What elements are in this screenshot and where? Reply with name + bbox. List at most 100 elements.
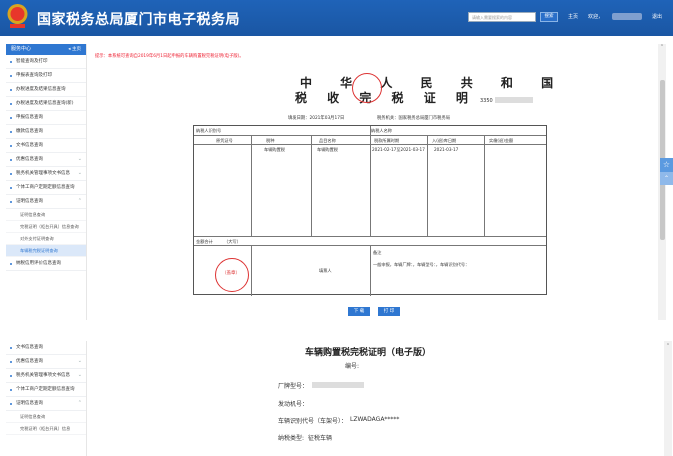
certificate-viewer: 中 华 人 民 共 和 国 税 收 完 税 证 明 3350 填发日期：2021…: [95, 62, 658, 320]
amount-currency: （大写）: [224, 239, 241, 244]
certificate-number: 3350: [480, 98, 493, 104]
bullet-icon: [10, 131, 12, 133]
scroll-up-icon[interactable]: ⌃: [658, 44, 666, 52]
sidebar-item-progress-query-new[interactable]: 办税进度及结果信息查询(新): [6, 97, 86, 111]
sidebar-item-payment-info[interactable]: 缴款信息查询: [6, 125, 86, 139]
period-cell: 2021-02-17至2021-03-17: [372, 147, 425, 152]
tax-type-cell: 车辆购置税: [264, 147, 285, 152]
scroll-up-icon[interactable]: ⌃: [664, 343, 672, 349]
amount-label: 金额合计: [196, 239, 213, 244]
filler-label: 填票人: [319, 268, 332, 273]
certificate-number-redacted: [495, 97, 533, 103]
remark-text: 一般申报，车辆厂牌：，车辆型号：，车辆识别代号：: [373, 262, 470, 267]
issue-date: 填发日期：2021年03月17日: [288, 116, 345, 121]
bullet-icon: [10, 145, 12, 147]
sidebar-subitem-counter-certificate[interactable]: 完税证明（柜台开具）信息: [6, 423, 86, 435]
vehicle-certificate-panel: 文书信息查询 优惠信息查询 ⌄ 税务机关管理事项文书信息 ⌄ 个体工商户定期定额信息…: [0, 341, 673, 456]
amount-row: 金额合计 （大写）: [194, 236, 546, 246]
taxpayer-name-label: 纳税人名称: [371, 128, 392, 133]
tax-type-label: 纳税类型:: [278, 435, 305, 442]
item-name-cell: 车辆购置税: [317, 147, 338, 152]
engine-label: 发动机号：: [278, 401, 309, 408]
column-header: 原凭证号: [216, 138, 233, 143]
sidebar-subitem-certificate-query[interactable]: 证明信息查询: [6, 209, 86, 221]
sidebar-item-individual-business[interactable]: 个体工商户定期定额信息查询: [6, 383, 86, 397]
sidebar-home-button[interactable]: ◂ 主页: [68, 44, 81, 55]
chevron-down-icon: ⌄: [77, 358, 82, 364]
bullet-icon: [10, 187, 12, 189]
screenshot-divider: [0, 326, 673, 341]
bullet-icon: [10, 75, 12, 77]
sidebar-lower: 文书信息查询 优惠信息查询 ⌄ 税务机关管理事项文书信息 ⌄ 个体工商户定期定额信息…: [6, 341, 87, 456]
bullet-icon: [10, 263, 12, 265]
sidebar-subitem-vehicle-tax-certificate[interactable]: 车辆税完税证明查询: [6, 245, 86, 257]
sidebar-item-authority-docs[interactable]: 税务机关管理事项文书信息 ⌄: [6, 369, 86, 383]
bullet-icon: [10, 389, 12, 391]
tax-type-value: 征税车辆: [308, 435, 333, 442]
storage-date-cell: 2021-03-17: [434, 147, 459, 152]
bullet-icon: [10, 361, 12, 363]
bullet-icon: [10, 403, 12, 405]
sidebar-item-smart-query[interactable]: 智能查询及打印: [6, 55, 86, 69]
sidebar-item-authority-docs[interactable]: 税务机关管理事项文书信息 ⌄: [6, 167, 86, 181]
chevron-down-icon: ⌄: [77, 170, 82, 176]
vertical-scrollbar-lower[interactable]: [664, 341, 672, 456]
certificate-title-line2: 税 收 完 税 证 明: [295, 91, 476, 105]
bullet-icon: [10, 347, 12, 349]
chevron-up-icon: ⌃: [77, 400, 82, 406]
sidebar-subitem-counter-certificate[interactable]: 完税证明（柜台开具）信息查询: [6, 221, 86, 233]
red-seal-icon: [352, 73, 382, 103]
username-redacted: [612, 13, 642, 20]
home-link[interactable]: 主页: [568, 13, 578, 20]
sidebar: 服务中心 ◂ 主页 智能查询及打印 申报表查询及打印 办税进度及结果信息查询 办…: [6, 44, 87, 320]
sidebar-item-preferential-info[interactable]: 优惠信息查询 ⌄: [6, 153, 86, 167]
sidebar-header: 服务中心 ◂ 主页: [6, 44, 86, 55]
search-button[interactable]: 搜索: [540, 12, 558, 22]
welcome-text: 欢迎，: [588, 14, 604, 20]
column-header: 品目名称: [319, 138, 336, 143]
site-header: 国家税务总局厦门市电子税务局 请输入需要搜索的内容 搜索 主页 欢迎， 退出: [0, 0, 673, 36]
column-header: 入(退)库日期: [432, 138, 457, 143]
site-title: 国家税务总局厦门市电子税务局: [37, 12, 240, 28]
chevron-down-icon: ⌄: [77, 156, 82, 162]
sidebar-item-document-info[interactable]: 文书信息查询: [6, 341, 86, 355]
sidebar-item-declaration-info[interactable]: 申报信息查询: [6, 111, 86, 125]
column-header: 税款所属时期: [374, 138, 400, 143]
print-button[interactable]: 打 印: [378, 307, 400, 316]
sidebar-title: 服务中心: [11, 46, 32, 52]
bullet-icon: [10, 61, 12, 63]
bullet-icon: [10, 103, 12, 105]
remark-label: 备注: [373, 250, 382, 255]
taxpayer-id-label: 纳税人识别号: [196, 128, 222, 133]
search-input[interactable]: 请输入需要搜索的内容: [468, 12, 536, 22]
chevron-up-icon: ⌃: [77, 198, 82, 204]
bullet-icon: [10, 375, 12, 377]
logout-link[interactable]: 退出: [652, 13, 662, 20]
sidebar-item-progress-query[interactable]: 办税进度及结果信息查询: [6, 83, 86, 97]
sidebar-item-certificate-info[interactable]: 证明信息查询 ⌃: [6, 195, 86, 209]
vin-value: LZWADAGA*****: [350, 416, 400, 423]
sidebar-item-certificate-info[interactable]: 证明信息查询 ⌃: [6, 397, 86, 411]
star-icon[interactable]: ☆: [660, 158, 673, 172]
column-header: 税种: [266, 138, 275, 143]
sidebar-item-credit-rating[interactable]: 纳税信用评价信息查询: [6, 257, 86, 271]
number-label: 编号:: [345, 363, 360, 370]
bullet-icon: [10, 117, 12, 119]
sidebar-item-document-info[interactable]: 文书信息查询: [6, 139, 86, 153]
sidebar-subitem-certificate-query[interactable]: 证明信息查询: [6, 411, 86, 423]
bullet-icon: [10, 159, 12, 161]
brand-value-redacted: [312, 382, 364, 388]
back-to-top-icon[interactable]: ⌃: [660, 172, 673, 185]
column-header: 实缴(退)金额: [489, 138, 514, 143]
bullet-icon: [10, 173, 12, 175]
sidebar-subitem-foreign-payment[interactable]: 对外支付证明查询: [6, 233, 86, 245]
tax-office: 税务机关：国家税务总局厦门市税务局: [377, 116, 451, 121]
tax-emblem-icon: [7, 4, 28, 28]
chevron-down-icon: ⌄: [77, 372, 82, 378]
sidebar-item-preferential-info[interactable]: 优惠信息查询 ⌄: [6, 355, 86, 369]
bullet-icon: [10, 89, 12, 91]
sidebar-item-declaration-query[interactable]: 申报表查询及打印: [6, 69, 86, 83]
download-button[interactable]: 下 载: [348, 307, 370, 316]
sidebar-item-individual-business[interactable]: 个体工商户定期定额信息查询: [6, 181, 86, 195]
vin-label: 车辆识别代号（车架号）：: [278, 418, 348, 425]
